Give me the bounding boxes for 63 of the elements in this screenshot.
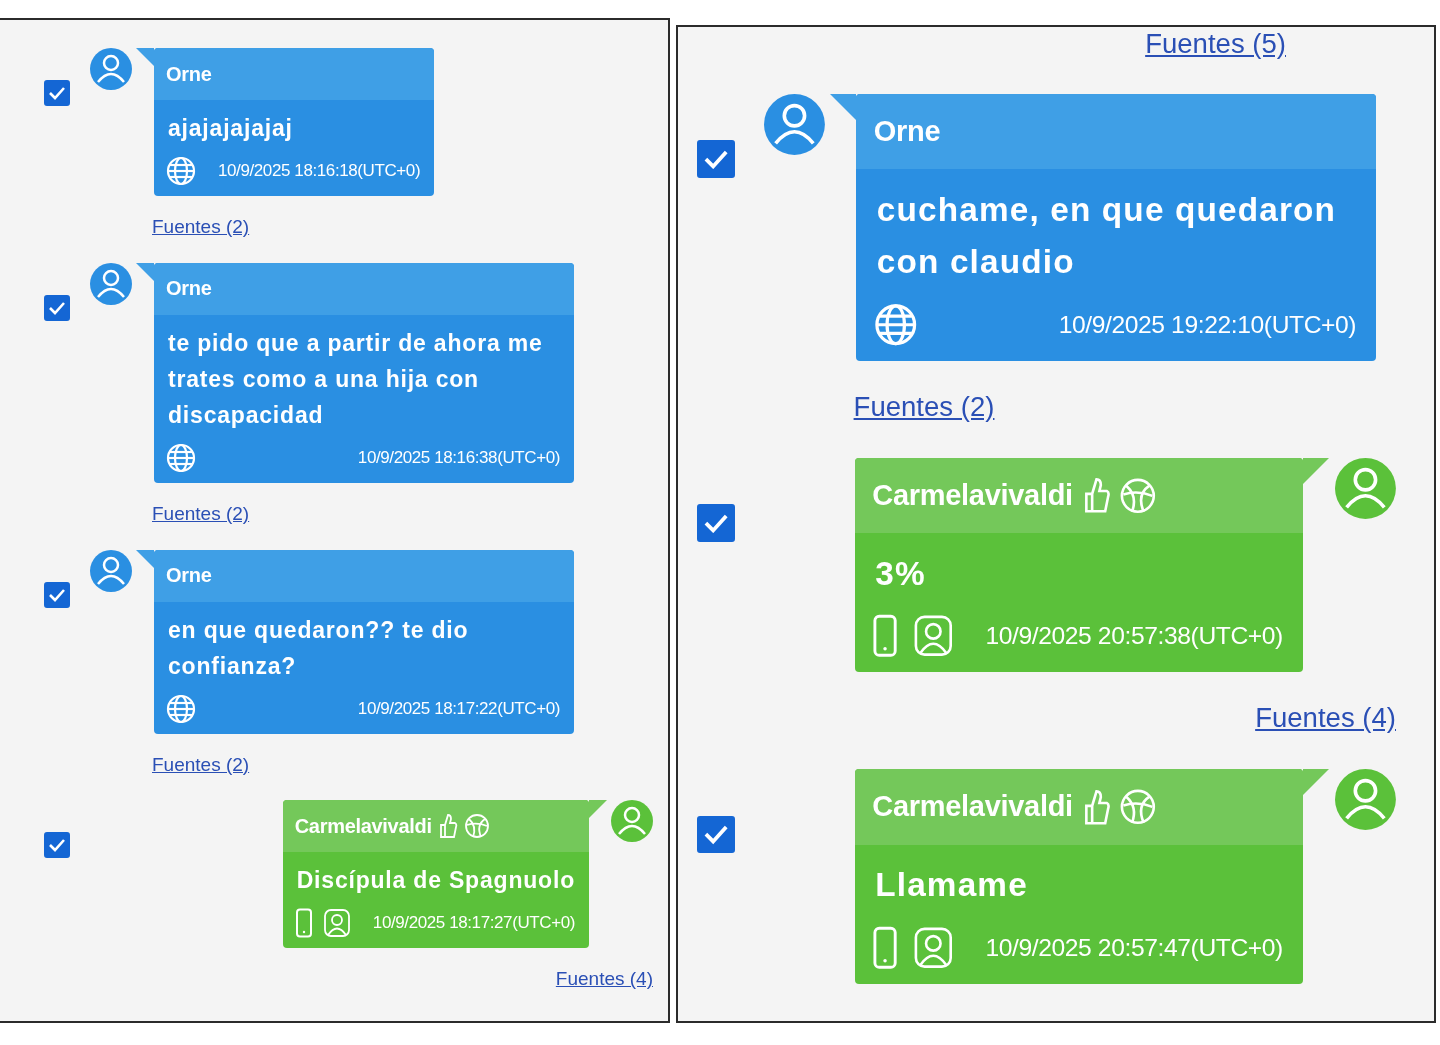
sender-name: Orne xyxy=(873,115,941,149)
thumbs-up-icon xyxy=(437,812,458,841)
contact-icon xyxy=(912,925,954,970)
avatar-icon xyxy=(611,800,653,843)
checkbox[interactable] xyxy=(44,581,70,608)
checkmark-icon xyxy=(48,86,66,100)
message-text: cuchame, en que quedaron con claudio xyxy=(875,190,1338,283)
checkbox[interactable] xyxy=(44,294,70,321)
checkbox[interactable] xyxy=(697,504,735,542)
sender-name: Orne xyxy=(166,564,212,588)
timestamp: 10/9/2025 19:22:10(UTC+0) xyxy=(1058,310,1357,339)
sender-name: Carmelavivaldi xyxy=(872,790,1073,824)
sources-link[interactable]: Fuentes (4) xyxy=(1255,701,1396,735)
contact-icon xyxy=(322,908,351,939)
sender-name: Carmelavivaldi xyxy=(872,478,1073,512)
timestamp: 10/9/2025 18:16:38(UTC+0) xyxy=(357,447,560,468)
ball-icon xyxy=(463,813,490,840)
message-text: Llamame xyxy=(874,865,1029,906)
phone-icon xyxy=(872,925,899,970)
sources-link[interactable]: Fuentes (2) xyxy=(152,502,250,526)
timestamp: 10/9/2025 18:17:22(UTC+0) xyxy=(357,698,560,719)
message-text: ajajajajajaj xyxy=(167,114,294,143)
timestamp: 10/9/2025 20:57:38(UTC+0) xyxy=(985,622,1283,651)
checkmark-icon xyxy=(48,300,66,315)
sources-link[interactable]: Fuentes (2) xyxy=(152,753,250,777)
checkmark-icon xyxy=(702,824,729,845)
message-text: en que quedaron?? te dio confianza? xyxy=(167,615,470,681)
globe-icon xyxy=(166,693,196,724)
timestamp: 10/9/2025 18:16:18(UTC+0) xyxy=(218,161,421,181)
checkmark-icon xyxy=(48,838,66,853)
checkbox[interactable] xyxy=(44,80,70,106)
phone-icon xyxy=(294,908,313,939)
avatar-icon xyxy=(1335,457,1396,519)
contact-icon xyxy=(912,614,954,658)
checkbox[interactable] xyxy=(44,832,70,859)
sender-name: Orne xyxy=(166,277,212,301)
sources-link[interactable]: Fuentes (2) xyxy=(853,389,995,423)
avatar-icon xyxy=(90,549,132,592)
avatar-icon xyxy=(90,48,132,90)
avatar-icon xyxy=(1335,769,1396,831)
message-text: 3% xyxy=(874,553,927,594)
checkmark-icon xyxy=(48,587,66,602)
ball-icon xyxy=(1119,788,1157,826)
phone-icon xyxy=(872,614,899,658)
globe-icon xyxy=(166,156,196,186)
sources-link[interactable]: Fuentes (2) xyxy=(152,216,250,239)
sources-link[interactable]: Fuentes (4) xyxy=(555,968,653,992)
checkbox[interactable] xyxy=(697,815,735,854)
ball-icon xyxy=(1119,476,1157,515)
message-text: Discípula de Spagnuolo xyxy=(295,866,576,896)
sender-name: Carmelavivaldi xyxy=(294,814,432,838)
avatar-icon xyxy=(90,262,132,305)
sender-name: Orne xyxy=(166,62,212,86)
message-text: te pido que a partir de ahora me trates como a una hija con discapacidad xyxy=(167,328,544,430)
globe-icon xyxy=(873,302,918,347)
avatar-icon xyxy=(763,94,825,155)
globe-icon xyxy=(166,442,196,473)
timestamp: 10/9/2025 20:57:47(UTC+0) xyxy=(985,933,1283,962)
checkbox[interactable] xyxy=(697,140,735,179)
checkmark-icon xyxy=(702,149,729,170)
timestamp: 10/9/2025 18:17:27(UTC+0) xyxy=(372,913,575,934)
checkmark-icon xyxy=(702,512,729,534)
sources-link[interactable]: Fuentes (5) xyxy=(1145,29,1286,60)
